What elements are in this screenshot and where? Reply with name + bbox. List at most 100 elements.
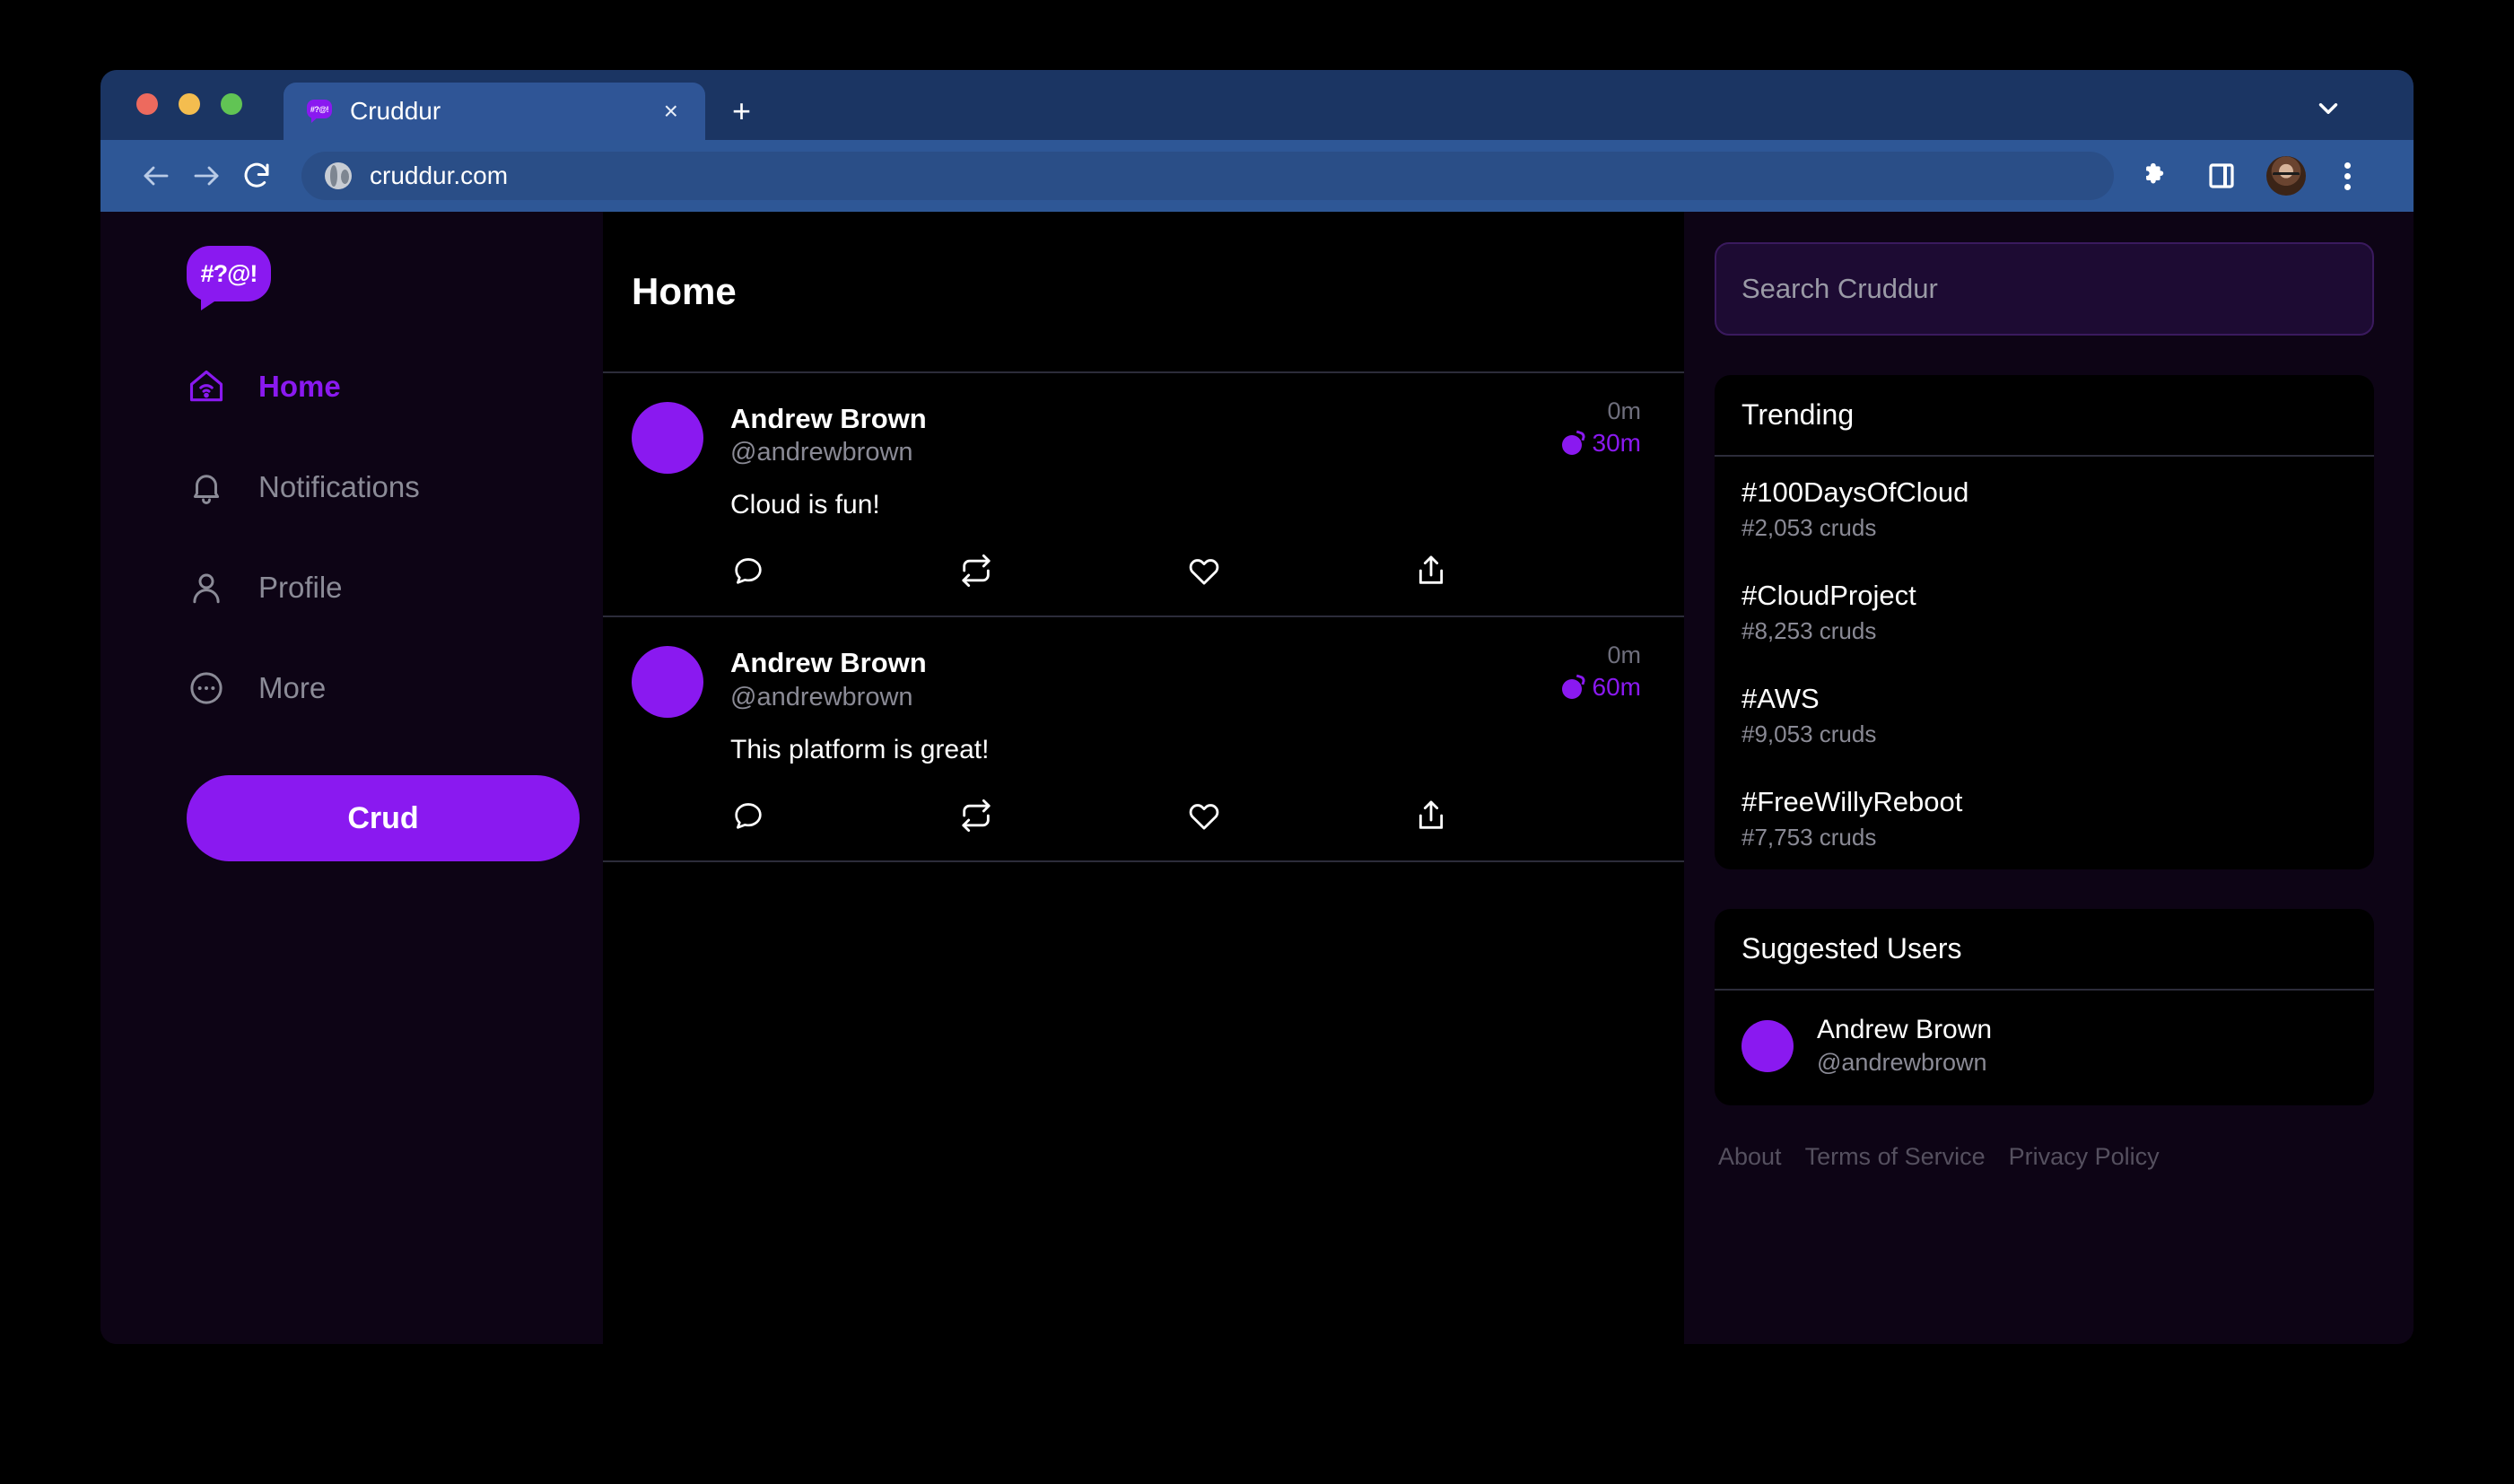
cruddur-logo-icon[interactable]: #?@! xyxy=(187,246,271,312)
tab-strip: #?@! Cruddur × + xyxy=(100,70,2414,140)
suggested-users-header: Suggested Users xyxy=(1715,909,2374,991)
sidebar-item-label: Notifications xyxy=(258,470,420,504)
trend-tag: #CloudProject xyxy=(1741,580,2347,612)
trend-tag: #FreeWillyReboot xyxy=(1741,786,2347,818)
reply-icon[interactable] xyxy=(730,553,958,589)
post-age: 0m xyxy=(1562,398,1641,425)
suggested-users-title: Suggested Users xyxy=(1741,932,2347,965)
chevron-down-icon[interactable] xyxy=(2313,93,2344,124)
trend-tag: #100DaysOfCloud xyxy=(1741,476,2347,509)
sidebar-item-more[interactable]: More xyxy=(187,651,603,725)
suggested-users-card: Suggested Users Andrew Brown @andrewbrow… xyxy=(1715,909,2374,1105)
post-expiry: 30m xyxy=(1562,429,1641,458)
like-icon[interactable] xyxy=(1186,553,1414,589)
footer-links: About Terms of Service Privacy Policy xyxy=(1715,1143,2374,1171)
post-actions xyxy=(632,553,1641,589)
ellipsis-circle-icon xyxy=(187,668,226,708)
new-tab-button[interactable]: + xyxy=(732,95,751,127)
cruddur-logo-icon: #?@! xyxy=(307,100,334,123)
trending-title: Trending xyxy=(1741,398,2347,432)
user-name: Andrew Brown xyxy=(1817,1014,1992,1046)
list-item[interactable]: #CloudProject #8,253 cruds xyxy=(1715,560,2374,663)
list-item[interactable]: #100DaysOfCloud #2,053 cruds xyxy=(1715,457,2374,560)
post-author-handle: @andrewbrown xyxy=(730,680,1641,715)
forward-arrow-icon[interactable] xyxy=(181,151,231,201)
crud-button[interactable]: Crud xyxy=(187,775,580,861)
post-item[interactable]: 0m 60m Andrew Brown @andrewbrown This pl… xyxy=(603,617,1684,861)
app-sidebar: #?@! Home xyxy=(100,212,603,1344)
post-author-name: Andrew Brown xyxy=(730,646,1641,679)
trending-card: Trending #100DaysOfCloud #2,053 cruds #C… xyxy=(1715,375,2374,869)
browser-tab-cruddur[interactable]: #?@! Cruddur × xyxy=(284,83,705,140)
post-author-handle: @andrewbrown xyxy=(730,435,1641,470)
post-actions xyxy=(632,798,1641,834)
feed-header: Home xyxy=(603,212,1684,373)
trend-count: #2,053 cruds xyxy=(1741,514,2347,542)
list-item[interactable]: #AWS #9,053 cruds xyxy=(1715,663,2374,766)
list-item[interactable]: Andrew Brown @andrewbrown xyxy=(1715,991,2374,1105)
right-rail: Search Cruddur Trending #100DaysOfCloud … xyxy=(1684,212,2414,1344)
sidebar-item-label: Home xyxy=(258,370,341,404)
post-author-name: Andrew Brown xyxy=(730,402,1641,435)
logo-text: #?@! xyxy=(201,260,258,288)
minimize-window-button[interactable] xyxy=(179,93,200,115)
search-input[interactable]: Search Cruddur xyxy=(1715,242,2374,336)
footer-link-terms[interactable]: Terms of Service xyxy=(1805,1143,1986,1171)
post-expiry: 60m xyxy=(1562,673,1641,702)
close-icon[interactable]: × xyxy=(657,95,685,127)
url-text: cruddur.com xyxy=(370,161,508,190)
browser-window: #?@! Cruddur × + cruddur.com xyxy=(100,70,2414,1344)
repost-icon[interactable] xyxy=(958,798,1186,834)
trend-count: #9,053 cruds xyxy=(1741,720,2347,748)
trending-header: Trending xyxy=(1715,375,2374,457)
bomb-icon xyxy=(1562,676,1585,699)
kebab-menu-icon[interactable] xyxy=(2322,151,2372,201)
post-meta: 0m 60m xyxy=(1562,642,1641,702)
share-icon[interactable] xyxy=(1413,798,1641,834)
tab-favicon-text: #?@! xyxy=(310,105,328,114)
cruddur-app: #?@! Home xyxy=(100,212,2414,1344)
post-meta: 0m 30m xyxy=(1562,398,1641,458)
list-item[interactable]: #FreeWillyReboot #7,753 cruds xyxy=(1715,766,2374,869)
share-icon[interactable] xyxy=(1413,553,1641,589)
post-item[interactable]: 0m 30m Andrew Brown @andrewbrown Cloud i… xyxy=(603,373,1684,617)
bomb-icon xyxy=(1562,432,1585,455)
address-bar[interactable]: cruddur.com xyxy=(301,152,2114,200)
trend-count: #7,753 cruds xyxy=(1741,824,2347,851)
sidebar-item-notifications[interactable]: Notifications xyxy=(187,450,603,524)
post-age: 0m xyxy=(1562,642,1641,669)
footer-link-privacy[interactable]: Privacy Policy xyxy=(2009,1143,2160,1171)
tab-title: Cruddur xyxy=(350,97,641,126)
page-title: Home xyxy=(632,270,737,313)
browser-toolbar: cruddur.com xyxy=(100,140,2414,212)
avatar[interactable] xyxy=(632,646,703,718)
trend-tag: #AWS xyxy=(1741,683,2347,715)
bell-icon xyxy=(187,467,226,507)
reload-icon[interactable] xyxy=(231,151,282,201)
close-window-button[interactable] xyxy=(136,93,158,115)
trend-count: #8,253 cruds xyxy=(1741,617,2347,645)
search-placeholder: Search Cruddur xyxy=(1741,273,1938,305)
side-panel-icon[interactable] xyxy=(2196,151,2247,201)
sidebar-item-home[interactable]: Home xyxy=(187,350,603,423)
home-wifi-icon xyxy=(187,367,226,406)
post-expiry-label: 60m xyxy=(1593,673,1641,702)
post-message: Cloud is fun! xyxy=(730,490,1641,520)
repost-icon[interactable] xyxy=(958,553,1186,589)
back-arrow-icon[interactable] xyxy=(131,151,181,201)
maximize-window-button[interactable] xyxy=(221,93,242,115)
sidebar-item-profile[interactable]: Profile xyxy=(187,551,603,624)
chrome-profile-avatar[interactable] xyxy=(2266,156,2306,196)
avatar xyxy=(1741,1020,1794,1072)
user-handle: @andrewbrown xyxy=(1817,1046,1992,1078)
sidebar-item-label: More xyxy=(258,671,326,705)
footer-link-about[interactable]: About xyxy=(1718,1143,1782,1171)
avatar[interactable] xyxy=(632,402,703,474)
reply-icon[interactable] xyxy=(730,798,958,834)
sidebar-item-label: Profile xyxy=(258,571,343,605)
post-expiry-label: 30m xyxy=(1593,429,1641,458)
globe-icon xyxy=(325,162,352,189)
puzzle-piece-icon[interactable] xyxy=(2130,151,2180,201)
person-icon xyxy=(187,568,226,607)
like-icon[interactable] xyxy=(1186,798,1414,834)
